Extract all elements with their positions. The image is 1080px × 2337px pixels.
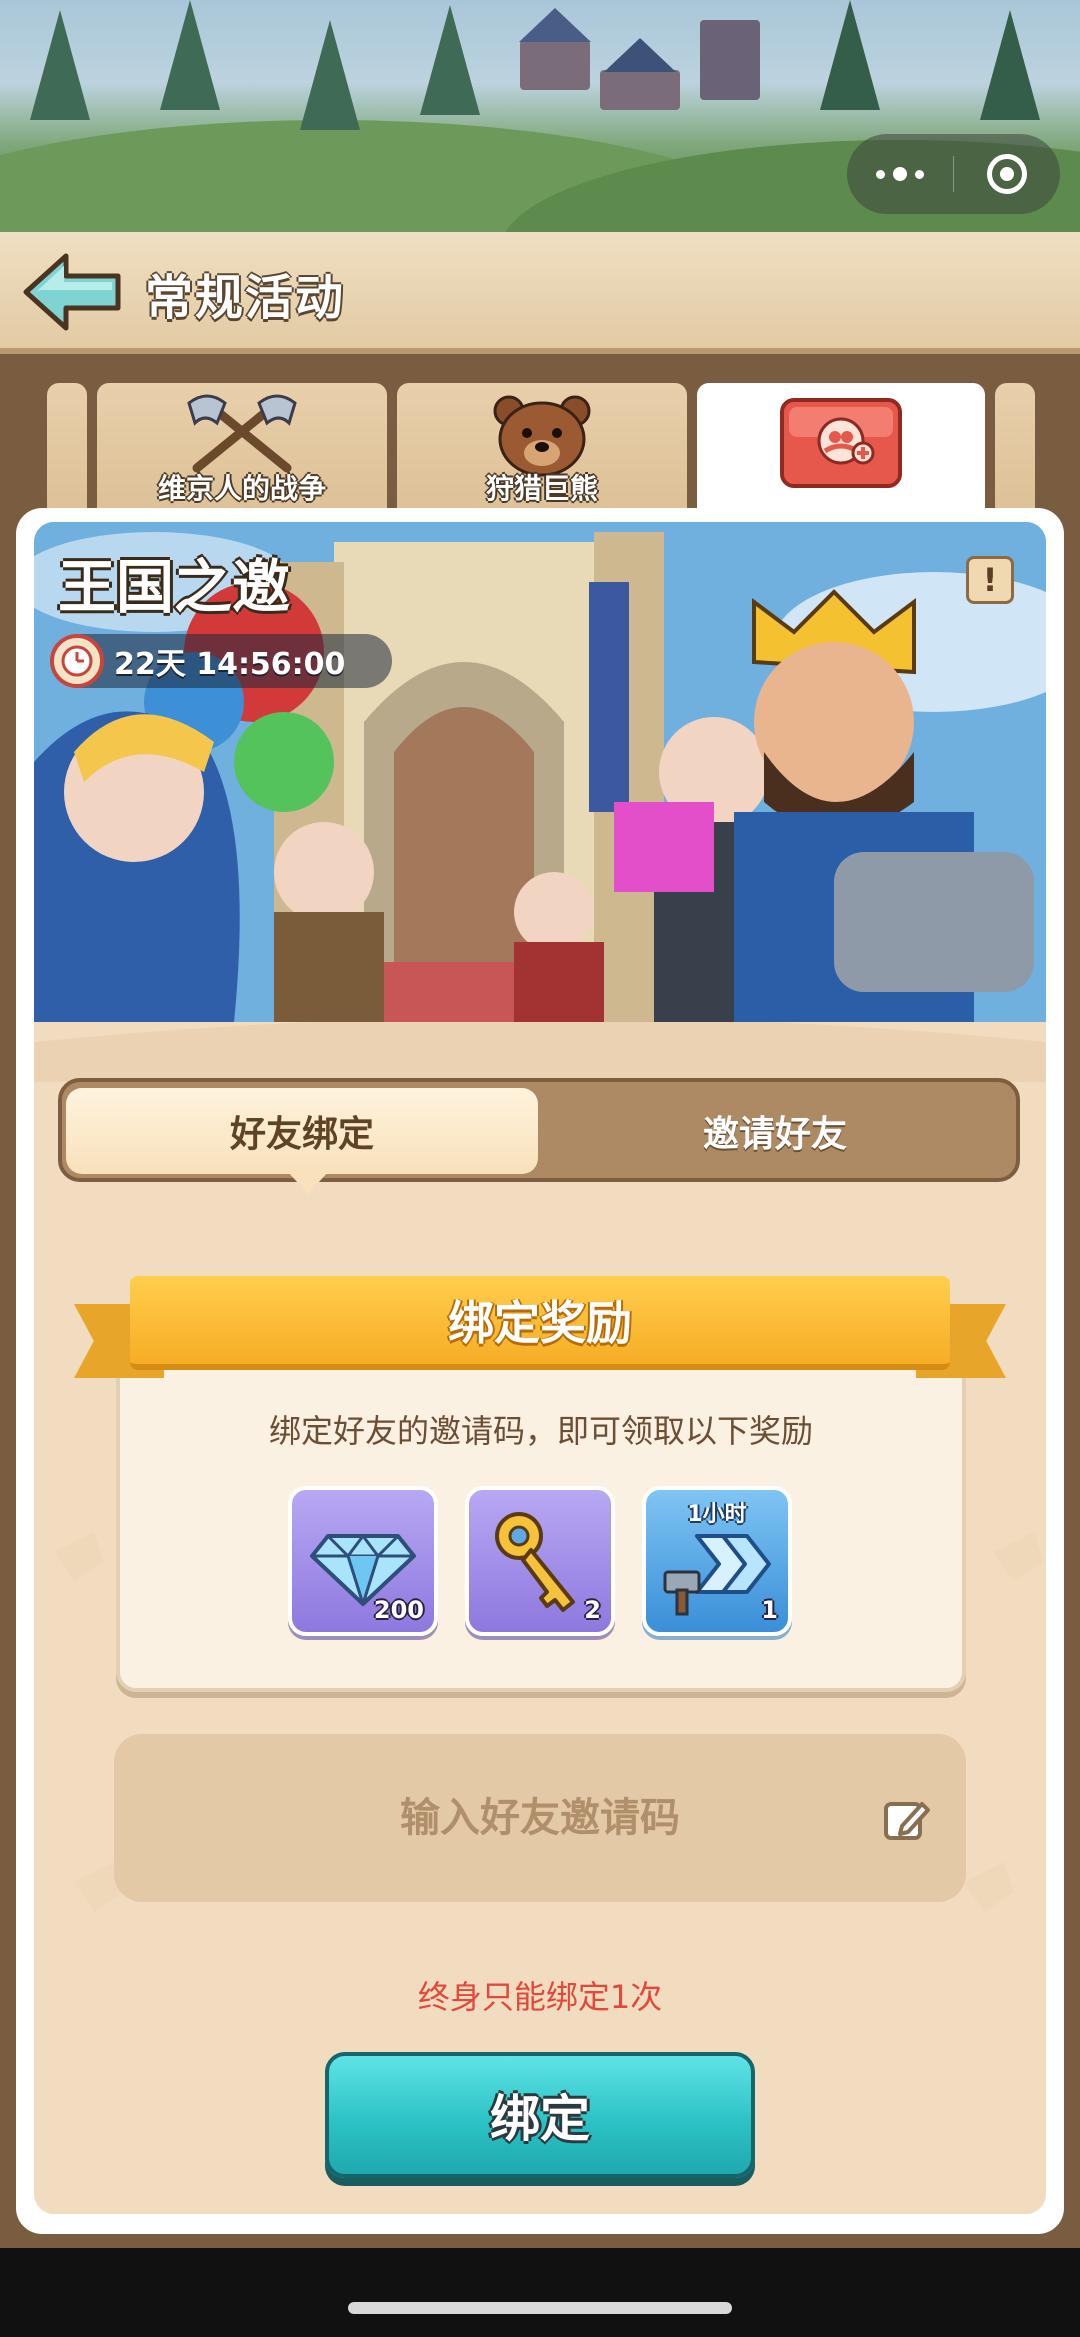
timer-text: 22天 14:56:00 [114, 647, 346, 682]
reward-count: 1 [761, 1596, 778, 1624]
reward-description: 绑定好友的邀请码，即可领取以下奖励 [268, 1412, 813, 1450]
invite-code-input[interactable] [230, 1795, 850, 1841]
bind-limit-note: 终身只能绑定1次 [417, 1978, 663, 2016]
reward-item-gem[interactable]: 200 [288, 1486, 438, 1636]
info-icon[interactable]: ! [966, 556, 1014, 604]
close-mini-program-button[interactable] [954, 134, 1060, 214]
edit-icon[interactable] [882, 1796, 930, 1844]
segment-invite-friend[interactable]: 邀请好友 [538, 1088, 1012, 1174]
more-menu-button[interactable] [847, 134, 953, 214]
reward-item-key[interactable]: 2 [465, 1486, 615, 1636]
system-nav-bar [0, 2248, 1080, 2337]
event-title: 王国之邀 [58, 553, 291, 621]
crossed-axes-icon [187, 394, 297, 473]
invite-code-field[interactable] [114, 1734, 966, 1902]
clock-icon [50, 634, 104, 688]
tab-partial-right[interactable] [995, 383, 1035, 523]
tab-viking-war[interactable]: 维京人的战争 [97, 383, 387, 523]
tab-hunt-bear[interactable]: 狩猎巨熊 [397, 383, 687, 523]
reward-title-ribbon: 绑定奖励 [130, 1276, 950, 1370]
event-timer: 22天 14:56:00 [50, 634, 392, 688]
reward-item-speedup[interactable]: 1小时 1 [642, 1486, 792, 1636]
bind-button[interactable]: 绑定 [325, 2052, 755, 2178]
gem-icon [310, 1533, 416, 1606]
back-button[interactable] [20, 250, 125, 334]
event-banner: 王国之邀 22天 14:56:00 ! [34, 522, 1046, 1022]
reward-count: 200 [373, 1596, 424, 1624]
invite-friend-icon [780, 398, 902, 488]
tab-label: 狩猎巨熊 [485, 472, 598, 505]
segment-friend-bind[interactable]: 好友绑定 [66, 1088, 538, 1174]
tab-partial-left[interactable] [47, 383, 87, 523]
key-icon [495, 1512, 575, 1612]
reward-count: 2 [584, 1596, 601, 1624]
page-title: 常规活动 [145, 270, 346, 326]
back-arrow-icon [23, 253, 121, 331]
mini-program-capsule [847, 134, 1060, 214]
tab-label: 维京人的战争 [157, 472, 326, 505]
home-indicator[interactable] [348, 2302, 732, 2314]
segment-pointer [288, 1172, 328, 1194]
speedup-duration-label: 1小时 [687, 1502, 747, 1527]
